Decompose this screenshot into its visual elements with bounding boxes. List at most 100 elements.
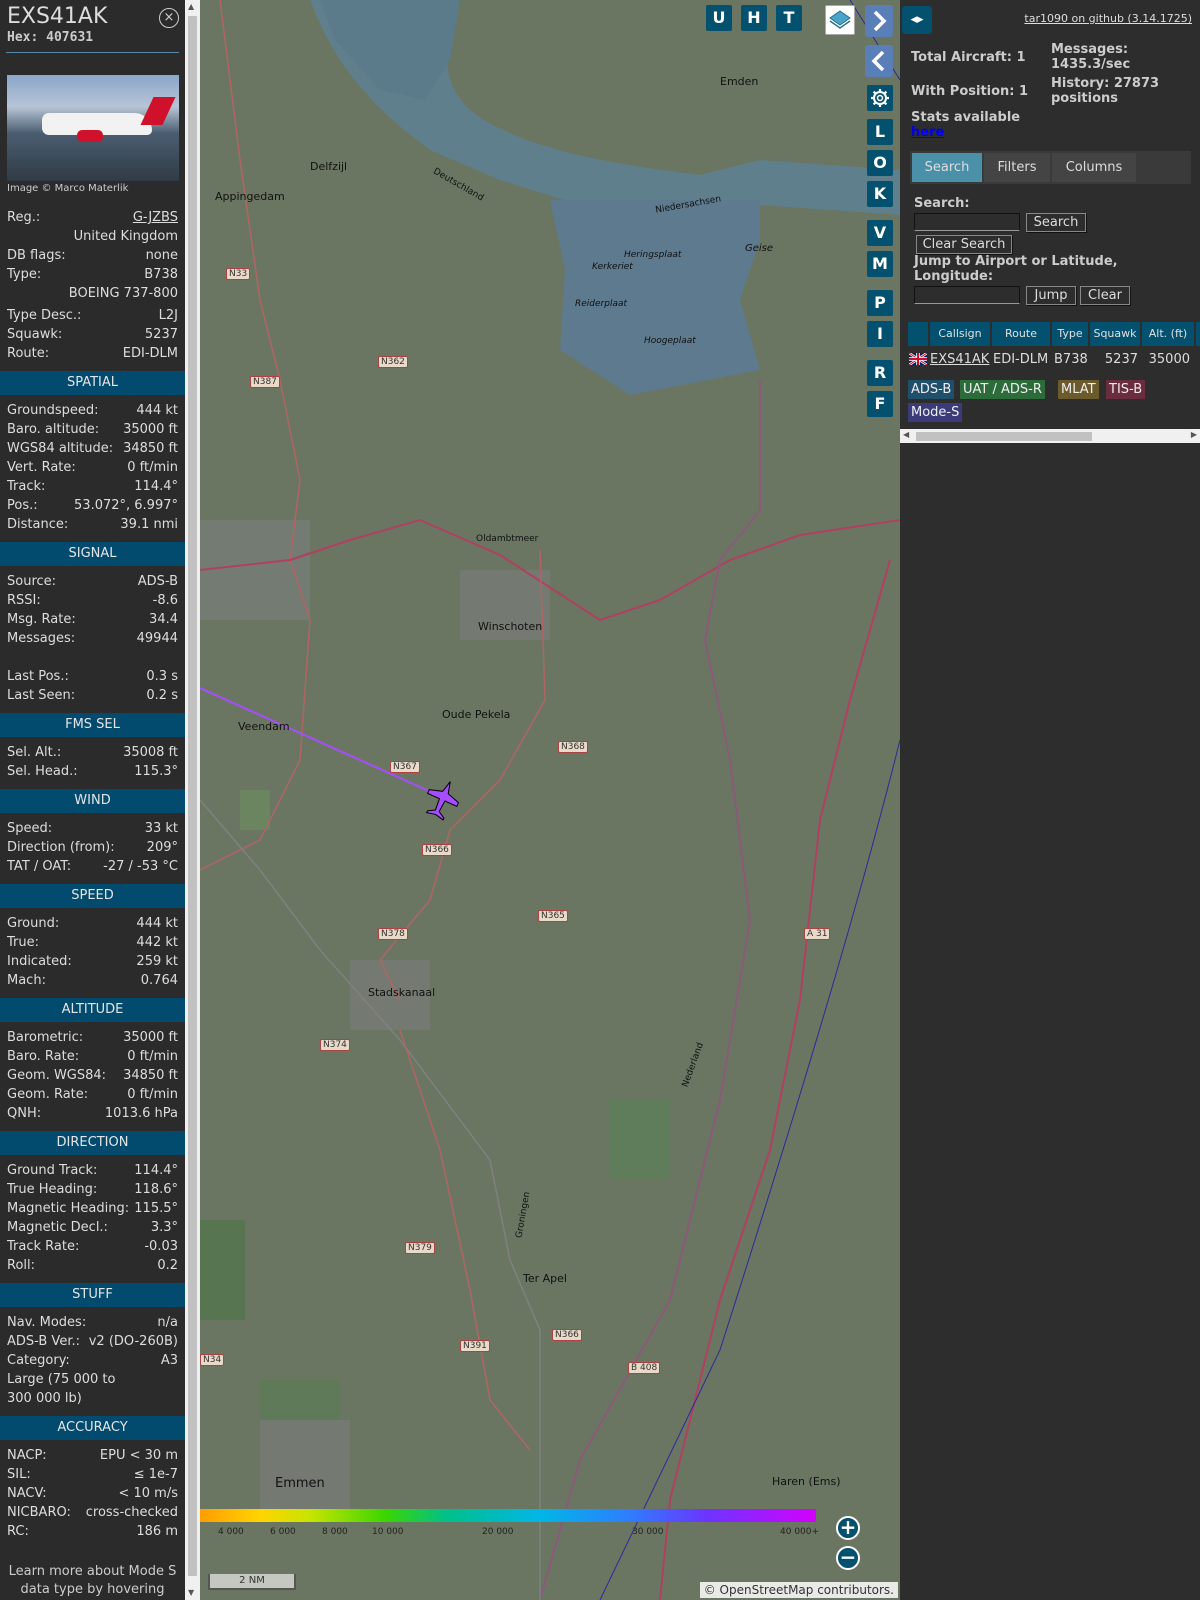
info-label[interactable]: Magnetic Decl.: [7, 1218, 108, 1237]
toggle-r-button[interactable]: R [867, 360, 893, 386]
scroll-right-arrow-icon[interactable]: ▶ [1191, 430, 1197, 439]
column-header-route[interactable]: Route [992, 322, 1050, 346]
toggle-k-button[interactable]: K [867, 181, 893, 207]
zoom-out-button[interactable]: − [836, 1546, 860, 1570]
info-label[interactable]: Nav. Modes: [7, 1313, 86, 1332]
info-label[interactable]: Magnetic Heading: [7, 1199, 129, 1218]
info-value[interactable]: G-JZBS [133, 208, 178, 227]
toggle-m-button[interactable]: M [867, 251, 893, 277]
info-label[interactable]: NACP: [7, 1446, 47, 1465]
scrollbar-thumb[interactable] [188, 16, 197, 1576]
info-label[interactable]: NICBARO: [7, 1503, 71, 1522]
scroll-down-arrow-icon[interactable]: ▼ [188, 1588, 194, 1598]
info-label[interactable]: Last Pos.: [7, 667, 69, 686]
info-label[interactable]: Ground: [7, 914, 59, 933]
info-label[interactable]: 300 000 lb) [7, 1389, 82, 1408]
search-input[interactable] [914, 213, 1020, 231]
info-label[interactable]: Msg. Rate: [7, 610, 76, 629]
table-horizontal-scrollbar[interactable]: ◀ ▶ [900, 429, 1200, 443]
clear-search-button[interactable]: Clear Search [916, 235, 1012, 254]
scroll-left-arrow-icon[interactable]: ◀ [903, 430, 909, 439]
map-view[interactable]: Emden Delfzijl Appingedam Winschoten Oud… [200, 0, 900, 1600]
info-label[interactable]: Squawk: [7, 325, 62, 344]
github-link[interactable]: tar1090 on github (3.14.1725) [1024, 12, 1192, 25]
info-label[interactable]: Type: [7, 265, 41, 284]
info-label[interactable]: Type Desc.: [7, 306, 81, 325]
map-attribution[interactable]: © OpenStreetMap contributors. [699, 1582, 898, 1598]
settings-gear-icon[interactable] [867, 85, 893, 111]
toggle-h-button[interactable]: H [741, 5, 767, 31]
info-label[interactable]: Sel. Alt.: [7, 743, 61, 762]
toggle-p-button[interactable]: P [867, 290, 893, 316]
info-label[interactable]: Pos.: [7, 496, 38, 515]
info-label[interactable]: Groundspeed: [7, 401, 98, 420]
info-label[interactable]: Geom. Rate: [7, 1085, 88, 1104]
jump-input[interactable] [914, 286, 1020, 304]
toggle-u-button[interactable]: U [706, 5, 732, 31]
info-label[interactable]: RC: [7, 1522, 29, 1541]
jump-button[interactable]: Jump [1026, 286, 1076, 305]
toggle-i-button[interactable]: I [867, 321, 893, 347]
info-label[interactable]: Track: [7, 477, 45, 496]
toggle-v-button[interactable]: V [867, 220, 893, 246]
info-label[interactable]: Distance: [7, 515, 68, 534]
info-label[interactable]: Large (75 000 to [7, 1370, 115, 1389]
aircraft-photo[interactable] [7, 75, 179, 181]
info-label[interactable]: SIL: [7, 1465, 31, 1484]
info-label[interactable]: NACV: [7, 1484, 47, 1503]
stats-link[interactable]: here [911, 125, 944, 140]
zoom-in-button[interactable]: + [836, 1516, 860, 1540]
info-label[interactable]: Mach: [7, 971, 46, 990]
info-label[interactable]: TAT / OAT: [7, 857, 71, 876]
scroll-up-arrow-icon[interactable]: ▲ [188, 2, 194, 12]
info-label[interactable]: Category: [7, 1351, 70, 1370]
info-label[interactable]: Barometric: [7, 1028, 83, 1047]
info-label[interactable]: Indicated: [7, 952, 72, 971]
info-label[interactable]: Speed: [7, 819, 52, 838]
tab-columns[interactable]: Columns [1052, 153, 1136, 182]
expand-sidebar-icon[interactable]: ◂▸ [902, 6, 932, 34]
info-label[interactable]: True Heading: [7, 1180, 97, 1199]
info-label[interactable]: Baro. altitude: [7, 420, 99, 439]
info-label[interactable]: Last Seen: [7, 686, 75, 705]
toggle-t-button[interactable]: T [776, 5, 802, 31]
info-label[interactable]: Baro. Rate: [7, 1047, 79, 1066]
column-header-altitude[interactable]: Alt. (ft) [1142, 322, 1194, 346]
collapse-left-icon[interactable] [865, 45, 893, 77]
info-label[interactable]: True: [7, 933, 39, 952]
info-label[interactable]: Source: [7, 572, 56, 591]
info-label[interactable]: DB flags: [7, 246, 66, 265]
info-label[interactable]: ADS-B Ver.: [7, 1332, 80, 1351]
column-header-flag[interactable] [908, 322, 928, 346]
layers-icon[interactable] [825, 5, 855, 35]
info-label[interactable]: Roll: [7, 1256, 35, 1275]
info-label[interactable]: Messages: [7, 629, 75, 648]
info-label[interactable]: Route: [7, 344, 49, 363]
info-label[interactable]: Geom. WGS84: [7, 1066, 106, 1085]
column-header-type[interactable]: Type [1052, 322, 1088, 346]
info-label[interactable]: Sel. Head.: [7, 762, 78, 781]
panel-scrollbar[interactable]: ▲ ▼ [185, 0, 200, 1600]
column-header-callsign[interactable]: Callsign [930, 322, 990, 346]
toggle-l-button[interactable]: L [867, 119, 893, 145]
close-icon[interactable]: × [159, 8, 179, 28]
scrollbar-thumb[interactable] [916, 432, 1092, 441]
photo-credit[interactable]: Image © Marco Materlik [7, 183, 178, 194]
column-header-squawk[interactable]: Squawk [1090, 322, 1140, 346]
toggle-f-button[interactable]: F [867, 391, 893, 417]
clear-button[interactable]: Clear [1080, 286, 1130, 305]
info-label[interactable]: Ground Track: [7, 1161, 97, 1180]
tab-search[interactable]: Search [912, 153, 982, 182]
search-button[interactable]: Search [1026, 213, 1086, 232]
info-label[interactable]: WGS84 altitude: [7, 439, 113, 458]
info-label[interactable]: Vert. Rate: [7, 458, 76, 477]
collapse-right-icon[interactable] [865, 5, 893, 37]
info-label[interactable]: QNH: [7, 1104, 41, 1123]
tab-filters[interactable]: Filters [984, 153, 1050, 182]
toggle-o-button[interactable]: O [867, 150, 893, 176]
info-label[interactable]: Direction (from): [7, 838, 115, 857]
row-callsign-link[interactable]: EXS41AK [930, 350, 989, 370]
info-label[interactable]: Reg.: [7, 208, 40, 227]
column-header-more[interactable] [1196, 322, 1200, 346]
info-label[interactable]: RSSI: [7, 591, 41, 610]
